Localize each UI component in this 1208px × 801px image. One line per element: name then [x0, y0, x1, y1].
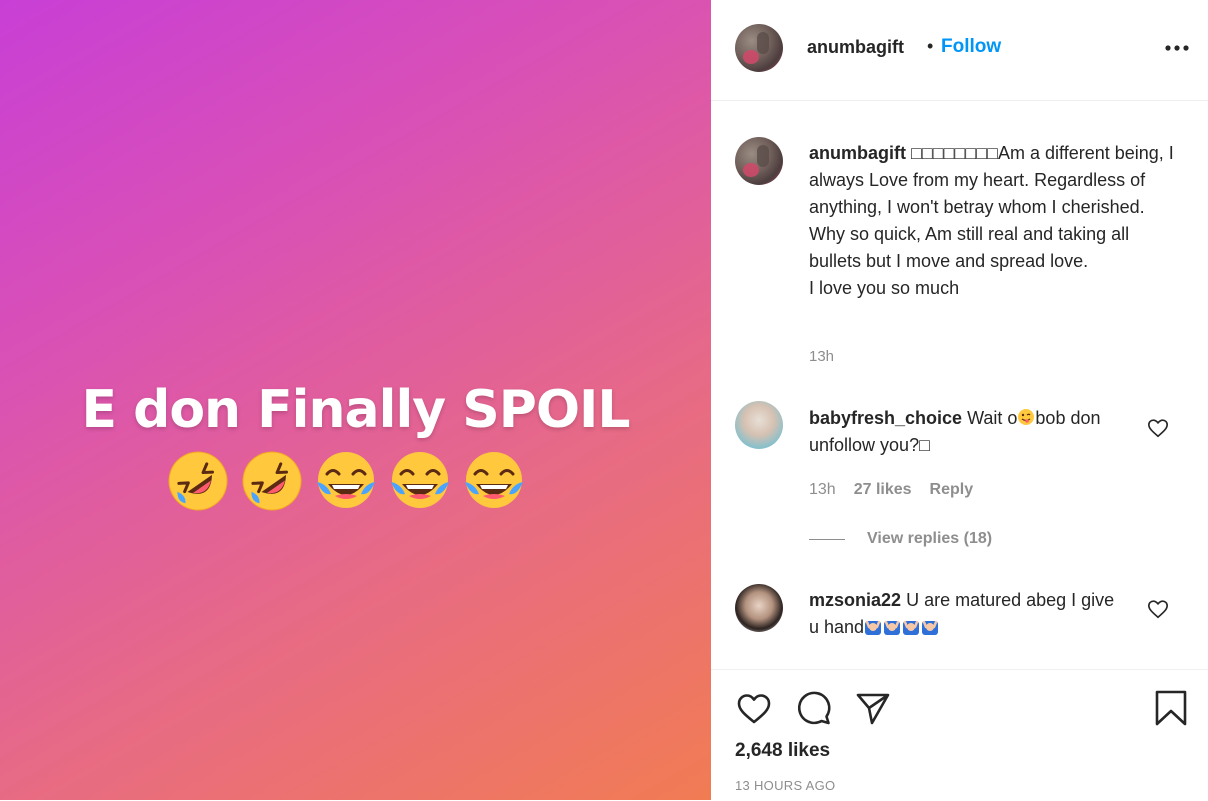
- tears-of-joy-emoji-icon: [317, 452, 375, 508]
- follow-button[interactable]: Follow: [941, 36, 1001, 58]
- raising-hands-emoji-icon: [865, 620, 882, 635]
- comment-text: mzsonia22 U are matured abeg I give u ha…: [809, 587, 1129, 641]
- caption-line-2: Why so quick, Am still real and taking a…: [809, 224, 1130, 271]
- commenter-avatar[interactable]: [735, 584, 783, 632]
- post-time-ago[interactable]: 13 HOURS AGO: [735, 778, 835, 793]
- comment-bubble-icon[interactable]: [795, 689, 833, 727]
- post-header: anumbagift • Follow: [711, 0, 1208, 101]
- like-comment-heart-icon[interactable]: [1147, 598, 1169, 620]
- comment-likes-count[interactable]: 27 likes: [854, 481, 912, 499]
- view-replies-label: View replies (18): [867, 530, 993, 547]
- separator-dot: •: [927, 36, 934, 56]
- comment-username[interactable]: babyfresh_choice: [809, 408, 962, 428]
- hands-emoji-group: [864, 618, 939, 636]
- reply-button[interactable]: Reply: [930, 481, 974, 499]
- emoji-row: [165, 448, 527, 518]
- comment-body: Wait o: [967, 408, 1018, 428]
- share-paper-plane-icon[interactable]: [854, 689, 892, 727]
- action-bar: 2,648 likes 13 HOURS AGO: [711, 669, 1208, 801]
- comment-text: babyfresh_choice Wait o bob don unfollow …: [809, 405, 1129, 459]
- commenter-avatar[interactable]: [735, 401, 783, 449]
- like-comment-heart-icon[interactable]: [1147, 417, 1169, 439]
- post-details-panel: anumbagift • Follow anumbagift □□□□□□□□A…: [711, 0, 1208, 800]
- caption-username[interactable]: anumbagift: [809, 143, 906, 163]
- winking-tongue-emoji-icon: [1018, 409, 1035, 425]
- comments-section[interactable]: anumbagift □□□□□□□□Am a different being,…: [711, 101, 1208, 669]
- caption-line-3: I love you so much: [809, 278, 960, 298]
- author-username[interactable]: anumbagift: [807, 37, 904, 58]
- post-image[interactable]: E don Finally SPOIL: [0, 0, 711, 800]
- like-heart-icon[interactable]: [735, 689, 773, 727]
- author-avatar[interactable]: [735, 24, 783, 72]
- comment-time[interactable]: 13h: [809, 481, 836, 499]
- comment-username[interactable]: mzsonia22: [809, 590, 901, 610]
- save-bookmark-icon[interactable]: [1152, 689, 1190, 727]
- tears-of-joy-emoji-icon: [465, 452, 523, 508]
- replies-divider-line: [809, 538, 845, 540]
- caption-text: anumbagift □□□□□□□□Am a different being,…: [809, 140, 1179, 302]
- raising-hands-emoji-icon: [884, 620, 901, 635]
- caption-timestamp[interactable]: 13h: [809, 348, 834, 365]
- rofl-emoji-icon: [242, 451, 302, 511]
- more-options-icon[interactable]: [1163, 34, 1191, 62]
- rofl-emoji-icon: [168, 451, 228, 511]
- view-replies-button[interactable]: View replies (18): [809, 530, 992, 548]
- likes-count[interactable]: 2,648 likes: [735, 740, 830, 762]
- raising-hands-emoji-icon: [903, 620, 920, 635]
- post-headline: E don Finally SPOIL: [81, 380, 630, 440]
- caption-author-avatar[interactable]: [735, 137, 783, 185]
- raising-hands-emoji-icon: [922, 620, 939, 635]
- tears-of-joy-emoji-icon: [391, 452, 449, 508]
- comment-meta: 13h 27 likes Reply: [809, 481, 973, 499]
